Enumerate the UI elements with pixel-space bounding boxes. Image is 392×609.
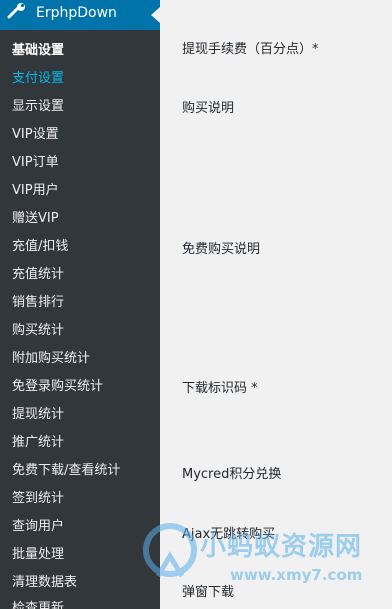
settings-form: 提现手续费（百分点）* 购买说明 免费购买说明 下载标识码 * Mycred积分… xyxy=(160,0,392,609)
wrench-icon xyxy=(7,3,25,19)
sidebar-item-free-download-stats[interactable]: 免费下载/查看统计 xyxy=(12,462,120,480)
plugin-title: ErphpDown xyxy=(36,5,117,21)
sidebar-item-payment-settings[interactable]: 支付设置 xyxy=(12,70,64,88)
plugin-menu-header[interactable]: ErphpDown xyxy=(0,0,160,30)
ant-logo-icon xyxy=(143,523,197,578)
sidebar-item-referral-stats[interactable]: 推广统计 xyxy=(12,434,64,452)
sidebar-item-vip-orders[interactable]: VIP订单 xyxy=(12,154,59,172)
sidebar-item-batch-process[interactable]: 批量处理 xyxy=(12,546,64,564)
sidebar-item-recharge-stats[interactable]: 充值统计 xyxy=(12,266,64,284)
sidebar-item-vip-users[interactable]: VIP用户 xyxy=(12,182,59,200)
sidebar-item-basic-settings[interactable]: 基础设置 xyxy=(12,42,64,60)
sidebar-item-checkin-stats[interactable]: 签到统计 xyxy=(12,490,64,508)
label-withdraw-fee: 提现手续费（百分点）* xyxy=(182,42,319,57)
sidebar-item-recharge-deduct[interactable]: 充值/扣钱 xyxy=(12,238,68,256)
watermark: 小蚂蚁资源网 www.xmy7.com xyxy=(140,520,392,609)
current-menu-arrow xyxy=(151,7,160,23)
sidebar-item-check-updates[interactable]: 检查更新 xyxy=(12,600,64,609)
sidebar-item-clean-tables[interactable]: 清理数据表 xyxy=(12,574,77,592)
sidebar-item-vip-settings[interactable]: VIP设置 xyxy=(12,126,59,144)
admin-sidebar: ErphpDown 基础设置 支付设置 显示设置 VIP设置 VIP订单 VIP… xyxy=(0,0,160,609)
sidebar-item-display-settings[interactable]: 显示设置 xyxy=(12,98,64,116)
watermark-text: 小蚂蚁资源网 xyxy=(200,532,363,562)
label-mycred-exchange: Mycred积分兑换 xyxy=(182,467,282,482)
sidebar-item-sales-ranking[interactable]: 销售排行 xyxy=(12,294,64,312)
sidebar-item-gift-vip[interactable]: 赠送VIP xyxy=(12,210,59,228)
label-purchase-note: 购买说明 xyxy=(182,101,235,116)
label-download-code: 下载标识码 * xyxy=(182,381,258,396)
label-free-purchase-note: 免费购买说明 xyxy=(182,242,261,257)
watermark-url: www.xmy7.com xyxy=(230,566,363,584)
sidebar-item-query-user[interactable]: 查询用户 xyxy=(12,518,64,536)
sidebar-item-addon-purchase-stats[interactable]: 附加购买统计 xyxy=(12,350,90,368)
sidebar-item-purchase-stats[interactable]: 购买统计 xyxy=(12,322,64,340)
sidebar-item-guest-purchase-stats[interactable]: 免登录购买统计 xyxy=(12,378,103,396)
sidebar-item-withdraw-stats[interactable]: 提现统计 xyxy=(12,406,64,424)
